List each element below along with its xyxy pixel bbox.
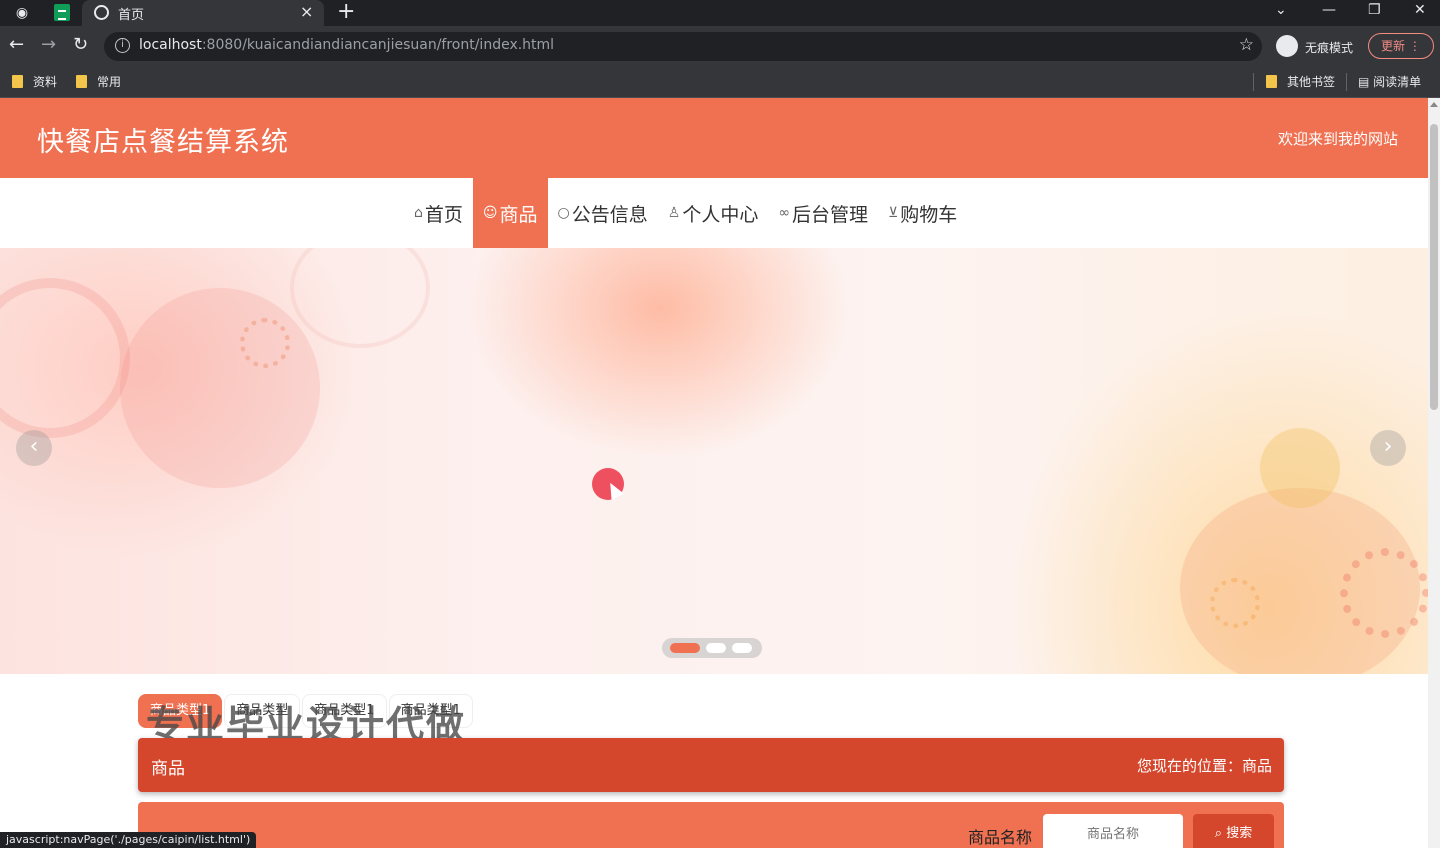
bookmark-folder-2[interactable]: 常用 <box>76 73 121 90</box>
forward-icon[interactable]: → <box>41 34 56 55</box>
restore-icon[interactable]: ❐ <box>1368 2 1381 18</box>
section-title: 商品 <box>151 759 185 779</box>
reload-icon[interactable]: ↻ <box>73 34 88 55</box>
main-nav: ⌂ 首页 ☺ 商品 ○ 公告信息 ♙ 个人中心 ∞ 后台管理 ⊻ 购物车 <box>0 178 1428 248</box>
banner-decoration <box>1260 428 1340 508</box>
banner-decoration <box>0 278 130 438</box>
back-icon[interactable]: ← <box>9 34 24 55</box>
reading-list-icon: ▤ <box>1358 75 1370 89</box>
incognito-label[interactable]: 无痕模式 <box>1305 39 1353 56</box>
nav-admin[interactable]: ∞ 后台管理 <box>768 178 878 248</box>
reading-list[interactable]: ▤ 阅读清单 <box>1358 73 1421 90</box>
bookmarks-bar: 资料 常用 其他书签 ▤ 阅读清单 <box>0 66 1440 98</box>
nav-home[interactable]: ⌂ 首页 <box>404 178 473 248</box>
spreadsheet-icon[interactable] <box>54 4 70 21</box>
bookmark-divider <box>1253 73 1254 91</box>
banner-decoration <box>1210 578 1260 628</box>
carousel-dot-2[interactable] <box>706 643 726 653</box>
nav-goods[interactable]: ☺ 商品 <box>472 178 548 248</box>
url-text[interactable]: localhost:8080/kuaicandiandiancanjiesuan… <box>139 37 554 53</box>
folder-icon <box>1266 75 1277 88</box>
other-bookmarks[interactable]: 其他书签 <box>1266 73 1335 90</box>
folder-icon <box>12 75 23 88</box>
new-tab-button[interactable]: + <box>337 0 355 24</box>
scrollbar-thumb[interactable] <box>1430 124 1438 410</box>
nav-notice[interactable]: ○ 公告信息 <box>548 178 658 248</box>
search-bar: 商品名称 ⌕ 搜索 <box>138 802 1284 848</box>
nav-user-center[interactable]: ♙ 个人中心 <box>658 178 769 248</box>
tab-title: 首页 <box>118 8 145 23</box>
update-button[interactable]: 更新 ⋮ <box>1368 33 1434 59</box>
search-icon: ⌕ <box>1214 826 1223 841</box>
site-header: 快餐店点餐结算系统 欢迎来到我的网站 <box>0 98 1428 178</box>
minimize-icon[interactable]: — <box>1322 2 1336 18</box>
tab-close-icon[interactable]: × <box>300 2 313 21</box>
bookmark-divider <box>1346 73 1347 91</box>
link-icon: ∞ <box>778 205 791 221</box>
site-title: 快餐店点餐结算系统 <box>37 127 289 158</box>
breadcrumb: 您现在的位置：商品 <box>1136 757 1272 775</box>
address-toolbar: ← → ↻ i localhost:8080/kuaicandiandianca… <box>0 26 1440 66</box>
bookmark-star-icon[interactable]: ☆ <box>1239 35 1254 55</box>
home-icon: ⌂ <box>414 205 423 221</box>
banner-decoration <box>1340 548 1428 638</box>
notice-icon: ○ <box>557 205 570 221</box>
welcome-text: 欢迎来到我的网站 <box>1277 130 1398 148</box>
window-close-icon[interactable]: ✕ <box>1414 2 1426 18</box>
bookmark-folder-1[interactable]: 资料 <box>12 73 57 90</box>
site-info-icon[interactable]: i <box>115 38 130 53</box>
search-label: 商品名称 <box>968 828 1033 847</box>
status-url: javascript:navPage('./pages/caipin/list.… <box>0 832 257 848</box>
folder-icon <box>76 75 87 88</box>
carousel-prev-button[interactable]: ‹ <box>16 430 52 466</box>
search-input[interactable] <box>1043 814 1183 848</box>
tab-search-icon[interactable]: ⌄ <box>1275 2 1287 18</box>
carousel-dot-3[interactable] <box>732 643 752 653</box>
incognito-icon[interactable] <box>1276 35 1298 57</box>
carousel-indicators <box>662 638 762 658</box>
page-viewport: 快餐店点餐结算系统 欢迎来到我的网站 ⌂ 首页 ☺ 商品 ○ 公告信息 ♙ 个人中心 ∞… <box>0 98 1428 848</box>
user-icon: ♙ <box>667 205 681 221</box>
carousel-dot-1[interactable] <box>670 643 700 653</box>
carousel-next-button[interactable]: › <box>1370 430 1406 466</box>
browser-app-icon[interactable]: ◉ <box>12 3 32 23</box>
search-button[interactable]: ⌕ 搜索 <box>1193 814 1274 848</box>
scroll-up-icon[interactable] <box>1430 102 1438 107</box>
browser-tab[interactable]: 首页 × <box>82 0 324 26</box>
banner-decoration <box>290 248 430 348</box>
cart-icon: ⊻ <box>888 205 899 221</box>
banner-decoration <box>240 318 290 368</box>
banner-decoration <box>120 288 320 488</box>
globe-icon <box>94 5 109 20</box>
more-menu-icon: ⋮ <box>1408 39 1421 53</box>
browser-tab-bar: ◉ 首页 × + ⌄ — ❐ ✕ <box>0 0 1440 26</box>
page-scrollbar[interactable] <box>1428 98 1440 848</box>
breadcrumb-bar: 商品 您现在的位置：商品 <box>138 738 1284 792</box>
address-input[interactable]: i localhost:8080/kuaicandiandiancanjiesu… <box>104 32 1262 61</box>
goods-icon: ☺ <box>482 205 498 221</box>
banner-carousel[interactable]: ‹ › <box>0 248 1428 674</box>
nav-cart[interactable]: ⊻ 购物车 <box>878 178 967 248</box>
